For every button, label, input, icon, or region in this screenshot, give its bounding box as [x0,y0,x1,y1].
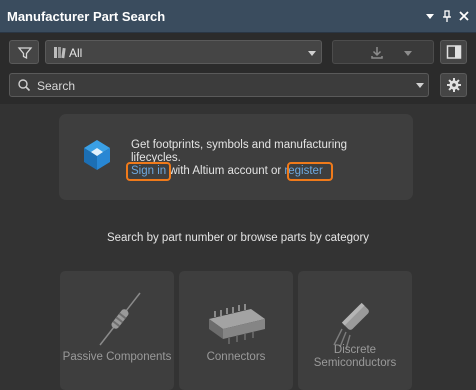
category-label: Connectors [206,351,266,363]
download-dropdown-button[interactable] [332,40,434,64]
category-tile-connectors[interactable]: Connectors [179,271,293,390]
parts-library-icon [53,45,67,61]
pin-icon[interactable] [439,8,455,24]
toggle-layout-button[interactable] [440,40,467,64]
filter-button[interactable] [9,40,39,64]
filter-icon [17,45,33,61]
signin-card: Get footprints, symbols and manufacturin… [59,114,413,200]
panel-titlebar: Manufacturer Part Search [0,0,476,33]
register-highlight [287,162,333,181]
search-input-value: Search [37,79,76,93]
category-tile-passive-components[interactable]: Passive Components [60,271,174,390]
panel-title: Manufacturer Part Search [7,9,166,24]
connector-icon [179,289,293,349]
category-dropdown[interactable]: All [45,40,322,64]
split-panel-icon [446,44,462,60]
transistor-icon [298,289,412,350]
chevron-down-icon [404,51,412,56]
chevron-down-icon [308,51,316,56]
signin-card-text-line1: Get footprints, symbols and manufacturin… [131,139,348,151]
sign-in-highlight [126,162,171,181]
category-label-line1: Discrete [333,344,377,356]
chevron-down-icon[interactable] [416,83,424,88]
download-icon [369,45,385,61]
category-label-line2: Semiconductors [313,357,397,369]
signin-card-middle-text: with Altium account or [166,165,285,177]
gear-icon [446,77,462,93]
search-icon [17,78,31,97]
resistor-icon [60,289,174,349]
altium-logo-icon [82,139,112,176]
category-dropdown-value: All [69,46,83,60]
search-input[interactable]: Search [9,73,429,97]
category-tile-discrete-semiconductors[interactable]: Discrete Semiconductors [298,271,412,390]
panel-menu-icon[interactable] [422,8,438,24]
settings-button[interactable] [440,73,467,97]
browse-hint: Search by part number or browse parts by… [106,232,370,244]
close-icon[interactable] [456,8,472,24]
category-label: Passive Components [62,351,172,363]
